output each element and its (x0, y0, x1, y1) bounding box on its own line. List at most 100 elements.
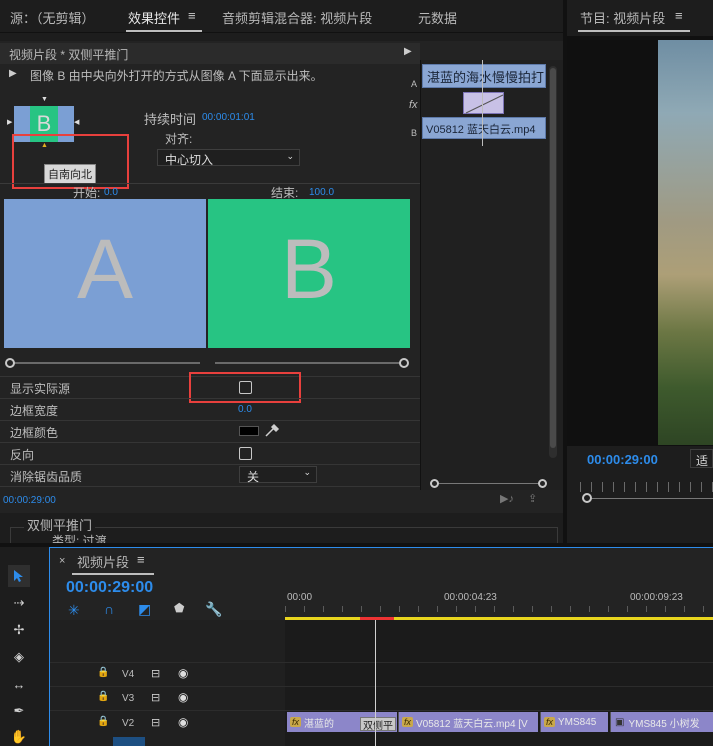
start-value[interactable]: 0.0 (104, 187, 118, 198)
antialias-select[interactable]: 关 ⌄ (239, 466, 317, 484)
timeline-title[interactable]: 视频片段 (77, 552, 129, 571)
tab-effect-controls[interactable]: 效果控件 (128, 8, 180, 27)
audio-solo-icon[interactable]: ▶♪ (500, 492, 514, 505)
property-divider-3 (0, 420, 420, 421)
direction-arrow-right-icon[interactable]: ◀ (74, 118, 79, 126)
timeline-menu-icon[interactable]: ≡ (137, 552, 145, 567)
timeline-timecode[interactable]: 00:00:29:00 (66, 579, 153, 597)
section-divider (0, 183, 420, 184)
hand-tool-icon[interactable]: ✋ (8, 726, 30, 746)
timeline-close-icon[interactable]: × (59, 555, 65, 567)
mini-clip-a-label: 湛蓝的海水慢慢拍打 (427, 70, 545, 85)
sync-lock-icon[interactable]: ⊟ (151, 667, 160, 680)
eye-icon[interactable]: ◉ (178, 715, 188, 729)
timeline-tab-underline (72, 573, 154, 575)
effect-timecode[interactable]: 00:00:29:00 (3, 495, 56, 506)
program-menu-icon[interactable]: ≡ (675, 8, 683, 23)
wrench-icon[interactable]: 🔧 (205, 601, 222, 618)
border-color-label: 边框颜色 (10, 426, 59, 440)
preview-b: B (208, 199, 410, 348)
sync-lock-icon[interactable]: ⊟ (151, 716, 160, 729)
program-scroll-handle[interactable] (582, 493, 592, 503)
expand-right-icon[interactable]: ▶ (404, 46, 412, 57)
border-color-swatch[interactable] (239, 426, 259, 436)
chevron-down-icon: ⌄ (303, 467, 311, 477)
ruler-ticks (285, 606, 713, 612)
program-scroll-track[interactable] (590, 498, 713, 499)
border-width-label: 边框宽度 (10, 404, 59, 418)
track-v1-target[interactable] (113, 737, 145, 746)
duration-value[interactable]: 00:00:01:01 (202, 112, 255, 123)
marker-icon[interactable]: ⬟ (174, 601, 184, 615)
program-ruler[interactable] (580, 482, 713, 492)
end-slider-track[interactable] (215, 362, 405, 364)
film-icon: ▣ (615, 716, 625, 728)
mini-clip-b[interactable]: V05812 蓝天白云.mp4 (422, 117, 546, 139)
eye-icon[interactable]: ◉ (178, 690, 188, 704)
mini-clip-a[interactable]: 湛蓝的海水慢慢拍打 (422, 64, 546, 88)
fit-select-value: 适 (696, 454, 709, 468)
reverse-label: 反向 (10, 448, 35, 462)
pen-tool-icon[interactable]: ✒ (8, 700, 30, 722)
tab-source[interactable]: 源：（无剪辑） (10, 8, 95, 27)
direction-arrow-top-icon[interactable]: ▼ (41, 96, 48, 103)
end-value[interactable]: 100.0 (309, 187, 334, 198)
panel-menu-icon[interactable]: ≡ (188, 8, 196, 23)
effect-header-title: 视频片段 * 双侧平推门 (9, 48, 129, 62)
lock-icon[interactable]: 🔒 (97, 716, 109, 727)
mini-zoom-track[interactable] (434, 483, 542, 484)
tab-audio-mixer[interactable]: 音频剪辑混合器: 视频片段 (222, 8, 372, 27)
sync-lock-icon[interactable]: ⊟ (151, 691, 160, 704)
razor-tool-icon[interactable]: ◈ (8, 646, 30, 668)
clip-v2-2[interactable]: fx V05812 蓝天白云.mp4 [V (398, 712, 538, 732)
program-timecode[interactable]: 00:00:29:00 (587, 452, 658, 467)
start-slider-handle[interactable] (5, 358, 15, 368)
mini-zoom-handle-left[interactable] (430, 479, 439, 488)
track-name-v2: V2 (122, 718, 135, 729)
mini-label-a: A (411, 79, 418, 89)
preview-a: A (4, 199, 206, 348)
play-preview-icon[interactable]: ▶ (9, 68, 17, 79)
export-icon[interactable]: ⇪ (528, 492, 537, 505)
border-width-value[interactable]: 0.0 (238, 404, 252, 415)
lock-icon[interactable]: 🔒 (97, 691, 109, 702)
eye-icon[interactable]: ◉ (178, 666, 188, 680)
selection-tool-icon[interactable] (8, 565, 30, 587)
direction-arrow-left-icon[interactable]: ▶ (7, 118, 12, 126)
mini-scroll-thumb[interactable] (550, 68, 556, 448)
chevron-down-icon: ⌄ (286, 151, 294, 161)
align-select[interactable]: 中心切入 ⌄ (157, 149, 300, 167)
add-marker-icon[interactable]: ◩ (138, 601, 151, 618)
fx-badge: fx (544, 717, 556, 727)
snap-icon[interactable]: ✳ (68, 602, 80, 619)
mini-playhead[interactable] (482, 60, 483, 146)
mini-zoom-handle-right[interactable] (538, 479, 547, 488)
ripple-edit-tool-icon[interactable]: ✢ (8, 619, 30, 641)
track-row-v4: 🔒 V4 ⊟ ◉ (50, 662, 713, 686)
mini-transition[interactable] (463, 92, 504, 114)
align-select-value: 中心切入 (165, 153, 214, 167)
end-slider-handle[interactable] (399, 358, 409, 368)
slip-tool-icon[interactable]: ↔ (8, 673, 30, 695)
linked-selection-icon[interactable]: ∩ (104, 601, 114, 617)
reverse-checkbox[interactable] (239, 447, 252, 460)
program-tab-label[interactable]: 节目: 视频片段 (580, 8, 665, 27)
property-divider-6 (0, 486, 420, 487)
track-select-tool-icon[interactable]: ⇢ (8, 592, 30, 614)
antialias-label: 消除锯齿品质 (10, 470, 83, 484)
track-row-v3: 🔒 V3 ⊟ ◉ (50, 686, 713, 710)
align-label: 对齐: (165, 132, 193, 146)
tab-metadata[interactable]: 元数据 (418, 8, 457, 27)
lock-icon[interactable]: 🔒 (97, 667, 109, 678)
transition-clip[interactable]: 双侧平 (360, 717, 396, 731)
eyedropper-icon[interactable] (263, 422, 281, 438)
clip-v2-3[interactable]: fx YMS845 (540, 712, 608, 732)
mini-label-b: B (411, 128, 418, 138)
fit-select[interactable]: 适 (690, 449, 713, 468)
start-slider-track[interactable] (10, 362, 200, 364)
clip-v2-2-label: V05812 蓝天白云.mp4 [V (416, 718, 528, 730)
clip-v2-4[interactable]: ▣ YMS845 小树发 (610, 712, 713, 732)
timeline-playhead[interactable] (375, 620, 376, 746)
mini-vertical-scrollbar[interactable] (549, 66, 557, 458)
track-name-v4: V4 (122, 669, 135, 680)
